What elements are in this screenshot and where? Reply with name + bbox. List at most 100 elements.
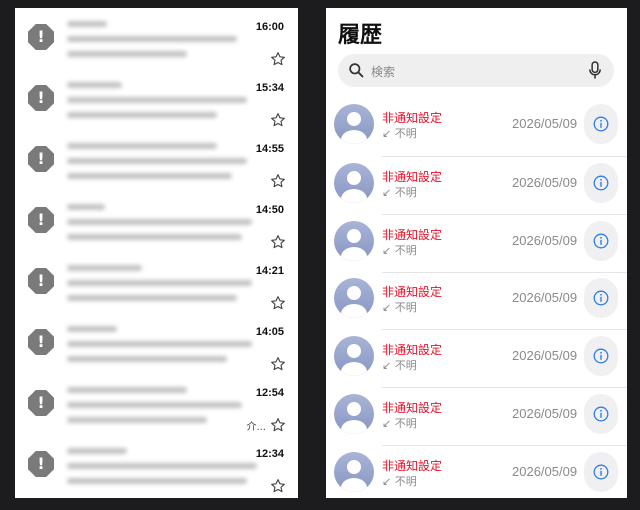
star-icon[interactable] (270, 417, 286, 433)
page-title: 履歴 (338, 23, 383, 48)
mail-preview-blurred (67, 326, 257, 374)
mail-time: 14:21 (255, 265, 284, 277)
mail-row[interactable]: ! 14:21 (15, 259, 298, 320)
search-icon (349, 63, 364, 78)
mail-preview-blurred (67, 21, 257, 69)
mail-time: 14:05 (255, 326, 284, 338)
info-icon (593, 175, 609, 191)
mail-snippet-end: 介... (246, 422, 266, 433)
alert-sender-icon: ! (28, 451, 54, 477)
info-button[interactable] (584, 452, 618, 492)
person-icon (341, 344, 367, 376)
caller-name: 非通知設定 (382, 228, 443, 242)
info-icon (593, 406, 609, 422)
info-button[interactable] (584, 104, 618, 144)
caller-name: 非通知設定 (382, 170, 443, 184)
mail-row[interactable]: ! 14:50 (15, 198, 298, 259)
mail-time: 12:34 (255, 448, 284, 460)
call-type-label: 不明 (394, 244, 417, 257)
call-type: ↙ 不明 (382, 359, 417, 372)
star-icon[interactable] (270, 173, 286, 189)
call-type-label: 不明 (394, 417, 417, 430)
divider (382, 214, 627, 215)
call-type: ↙ 不明 (382, 417, 417, 430)
mail-preview-blurred (67, 143, 257, 191)
call-row[interactable]: 非通知設定 ↙ 不明 2026/05/09 (326, 394, 627, 452)
mail-row[interactable]: ! 14:05 (15, 320, 298, 381)
info-button[interactable] (584, 221, 618, 261)
call-row[interactable]: 非通知設定 ↙ 不明 2026/05/09 (326, 278, 627, 336)
info-icon (593, 290, 609, 306)
search-input[interactable]: 検索 (338, 54, 614, 87)
call-type-label: 不明 (394, 301, 417, 314)
mail-time: 12:54 (255, 387, 284, 399)
caller-name: 非通知設定 (382, 111, 443, 125)
call-row[interactable]: 非通知設定 ↙ 不明 2026/05/09 (326, 221, 627, 279)
divider (382, 272, 627, 273)
call-type-label: 不明 (394, 475, 417, 488)
call-date: 2026/05/09 (512, 464, 578, 479)
alert-sender-icon: ! (28, 268, 54, 294)
mail-time: 14:55 (255, 143, 284, 155)
mail-list-panel: ! 16:00 ! 15:34 ! 14:55 ! 14:50 ! 14:21 … (15, 8, 298, 498)
avatar (334, 452, 374, 492)
alert-sender-icon: ! (28, 390, 54, 416)
mail-time: 16:00 (255, 21, 284, 33)
call-type: ↙ 不明 (382, 186, 417, 199)
microphone-icon[interactable] (588, 61, 602, 80)
call-date: 2026/05/09 (512, 348, 578, 363)
call-row[interactable]: 非通知設定 ↙ 不明 2026/05/09 (326, 104, 627, 162)
alert-sender-icon: ! (28, 146, 54, 172)
mail-preview-blurred (67, 265, 257, 313)
mail-row[interactable]: ! 介... 12:54 (15, 381, 298, 442)
call-row[interactable]: 非通知設定 ↙ 不明 2026/05/09 (326, 163, 627, 221)
star-icon[interactable] (270, 51, 286, 67)
avatar (334, 278, 374, 318)
mail-row[interactable]: ! 16:00 (15, 15, 298, 76)
avatar (334, 104, 374, 144)
divider (382, 329, 627, 330)
call-date: 2026/05/09 (512, 290, 578, 305)
person-icon (341, 112, 367, 144)
info-icon (593, 348, 609, 364)
avatar (334, 163, 374, 203)
info-button[interactable] (584, 394, 618, 434)
mail-time: 15:34 (255, 82, 284, 94)
call-row[interactable]: 非通知設定 ↙ 不明 2026/05/09 (326, 452, 627, 498)
info-icon (593, 116, 609, 132)
star-icon[interactable] (270, 356, 286, 372)
call-history-panel: 履歴 検索 非通知設定 ↙ 不明 2026/05/09 非通知設定 ↙ 不明 2… (326, 8, 627, 498)
call-row[interactable]: 非通知設定 ↙ 不明 2026/05/09 (326, 336, 627, 394)
alert-sender-icon: ! (28, 85, 54, 111)
person-icon (341, 286, 367, 318)
person-icon (341, 460, 367, 492)
call-date: 2026/05/09 (512, 175, 578, 190)
mail-row[interactable]: ! 15:34 (15, 76, 298, 137)
divider (382, 445, 627, 446)
call-type: ↙ 不明 (382, 301, 417, 314)
info-icon (593, 233, 609, 249)
alert-sender-icon: ! (28, 207, 54, 233)
call-type-label: 不明 (394, 127, 417, 140)
info-button[interactable] (584, 336, 618, 376)
star-icon[interactable] (270, 112, 286, 128)
call-date: 2026/05/09 (512, 406, 578, 421)
star-icon[interactable] (270, 478, 286, 494)
info-button[interactable] (584, 163, 618, 203)
info-button[interactable] (584, 278, 618, 318)
mail-preview-blurred (67, 448, 257, 496)
divider (382, 387, 627, 388)
call-date: 2026/05/09 (512, 233, 578, 248)
mail-row[interactable]: ! 14:55 (15, 137, 298, 198)
star-icon[interactable] (270, 234, 286, 250)
divider (382, 156, 627, 157)
call-type: ↙ 不明 (382, 244, 417, 257)
caller-name: 非通知設定 (382, 343, 443, 357)
mail-row[interactable]: ! 12:34 (15, 442, 298, 498)
person-icon (341, 402, 367, 434)
alert-sender-icon: ! (28, 329, 54, 355)
mail-time: 14:50 (255, 204, 284, 216)
star-icon[interactable] (270, 295, 286, 311)
alert-sender-icon: ! (28, 24, 54, 50)
search-placeholder: 検索 (371, 65, 396, 79)
